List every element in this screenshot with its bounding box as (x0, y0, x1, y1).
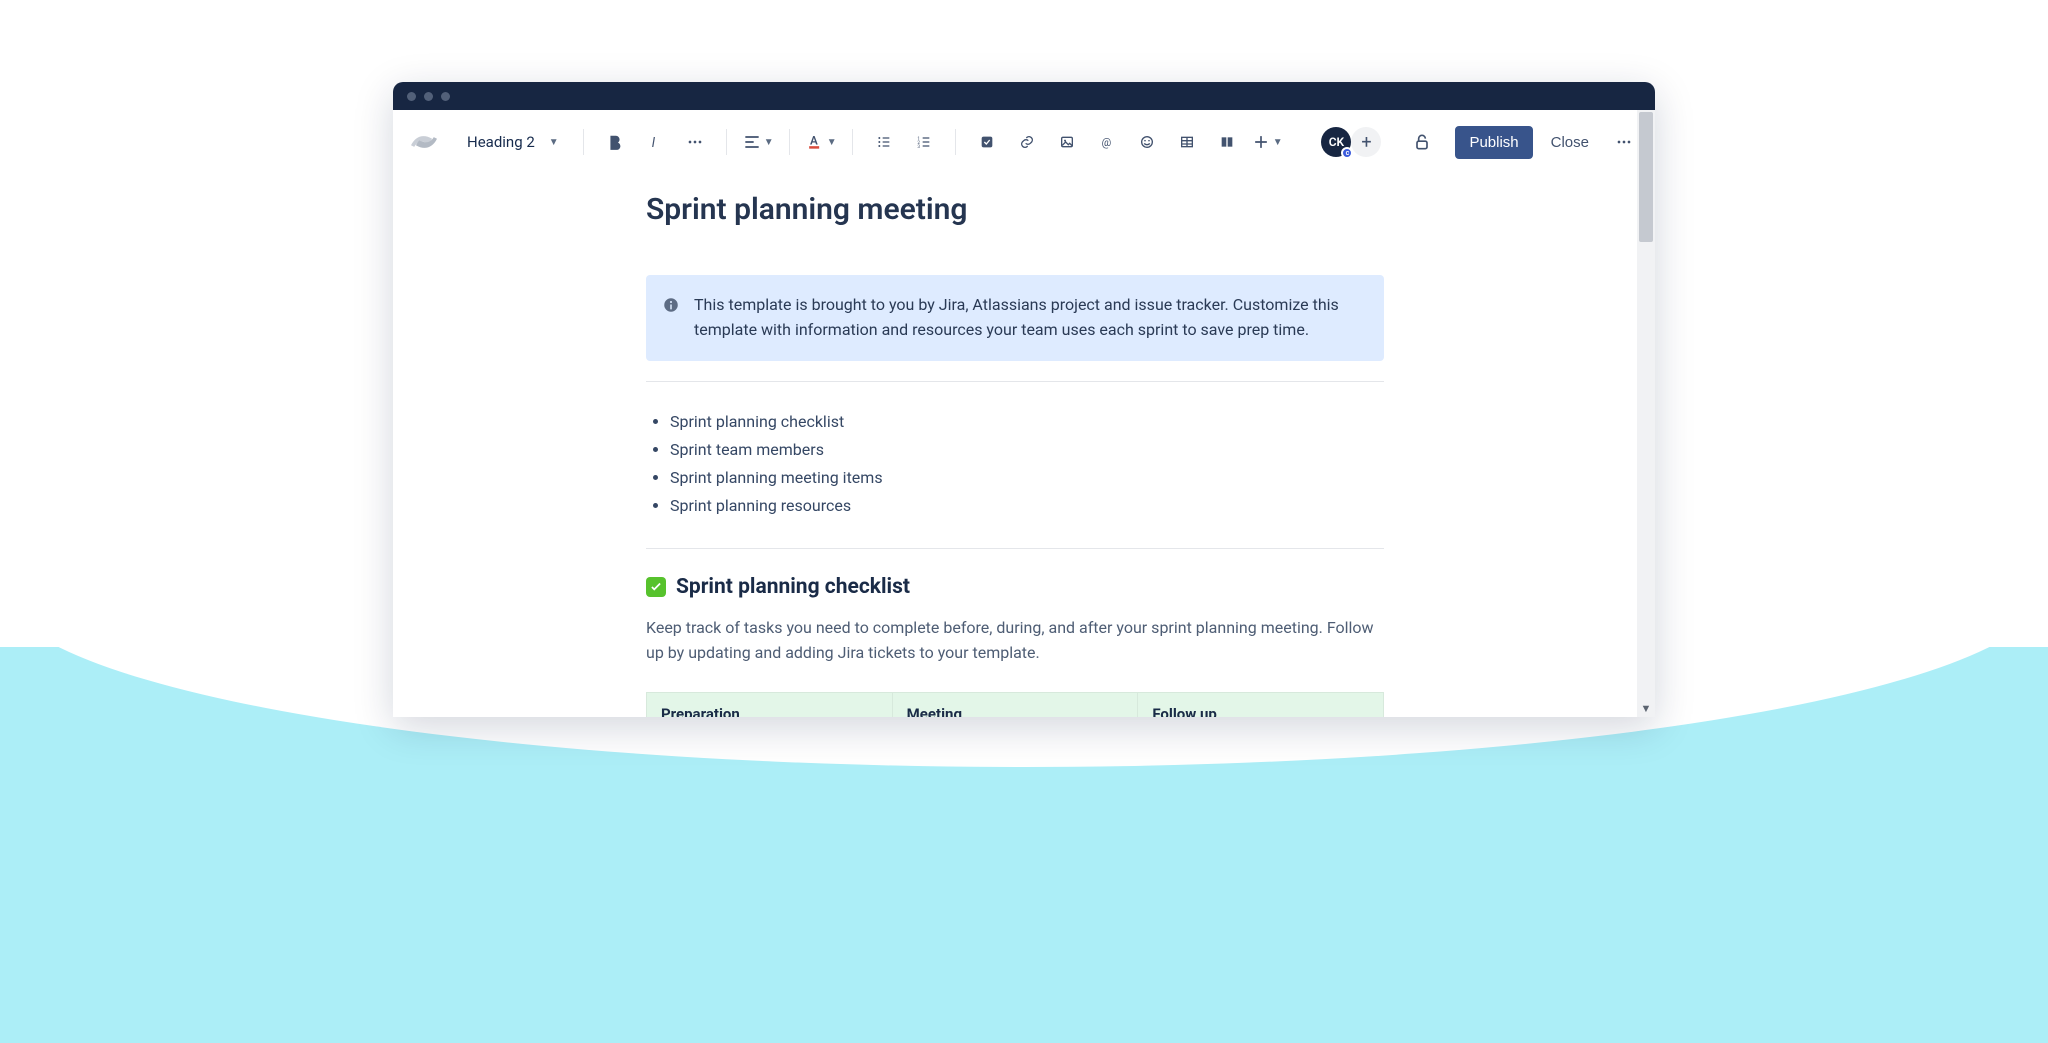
image-button[interactable] (1050, 125, 1084, 159)
table-header-cell[interactable]: Follow up (1138, 692, 1384, 717)
svg-text:3: 3 (917, 144, 920, 150)
checkmark-icon (646, 577, 666, 597)
chevron-down-icon: ▼ (764, 137, 774, 148)
bullet-list-button[interactable] (867, 125, 901, 159)
window-close-dot[interactable] (407, 92, 416, 101)
restrictions-button[interactable] (1405, 125, 1439, 159)
section-description[interactable]: Keep track of tasks you need to complete… (646, 615, 1384, 666)
chevron-down-icon: ▼ (549, 137, 559, 148)
align-button[interactable]: ▼ (741, 125, 775, 159)
window-zoom-dot[interactable] (441, 92, 450, 101)
toolbar-divider (955, 129, 956, 155)
info-panel[interactable]: This template is brought to you by Jira,… (646, 275, 1384, 361)
window-minimize-dot[interactable] (424, 92, 433, 101)
mention-button[interactable]: @ (1090, 125, 1124, 159)
scroll-down-arrow-icon[interactable]: ▼ (1637, 699, 1655, 717)
italic-button[interactable]: I (638, 125, 672, 159)
checklist-table[interactable]: Preparation Meeting Follow up (646, 692, 1384, 717)
more-formatting-button[interactable] (678, 125, 712, 159)
browser-window: Heading 2 ▼ B I ▼ A▼ 123 @ ▼ (393, 82, 1655, 717)
page-title[interactable]: Sprint planning meeting (646, 192, 1384, 227)
close-button[interactable]: Close (1539, 126, 1601, 159)
toc-item[interactable]: Sprint planning checklist (670, 408, 1384, 436)
user-avatar[interactable]: CK c (1321, 127, 1351, 157)
info-icon (662, 296, 680, 314)
numbered-list-button[interactable]: 123 (907, 125, 941, 159)
scrollbar-thumb[interactable] (1639, 112, 1653, 242)
insert-button[interactable]: ▼ (1250, 125, 1284, 159)
divider (646, 381, 1384, 382)
divider (646, 548, 1384, 549)
confluence-logo-icon[interactable] (411, 129, 437, 155)
toolbar-divider (583, 129, 584, 155)
chevron-down-icon: ▼ (827, 137, 837, 148)
avatar-status-badge: c (1341, 147, 1353, 159)
toolbar-divider (726, 129, 727, 155)
section-heading[interactable]: Sprint planning checklist (646, 575, 1384, 599)
toolbar-divider (852, 129, 853, 155)
vertical-scrollbar[interactable]: ▲ ▼ (1637, 110, 1655, 717)
editor-content-area[interactable]: Sprint planning meeting This template is… (393, 174, 1637, 717)
window-titlebar (393, 82, 1655, 110)
svg-text:I: I (651, 136, 655, 151)
toc-item[interactable]: Sprint planning meeting items (670, 464, 1384, 492)
avatar-initials: CK (1329, 135, 1344, 149)
chevron-down-icon: ▼ (1273, 137, 1283, 148)
emoji-button[interactable] (1130, 125, 1164, 159)
more-actions-button[interactable] (1607, 125, 1641, 159)
toc-item[interactable]: Sprint team members (670, 436, 1384, 464)
text-style-select[interactable]: Heading 2 ▼ (457, 127, 569, 157)
table-button[interactable] (1170, 125, 1204, 159)
layouts-button[interactable] (1210, 125, 1244, 159)
invite-button[interactable]: + (1351, 127, 1381, 157)
bold-button[interactable]: B (598, 125, 632, 159)
editor-toolbar: Heading 2 ▼ B I ▼ A▼ 123 @ ▼ (393, 110, 1655, 174)
section-heading-text: Sprint planning checklist (676, 575, 910, 599)
link-button[interactable] (1010, 125, 1044, 159)
svg-text:A: A (810, 134, 818, 148)
toolbar-divider (789, 129, 790, 155)
publish-button[interactable]: Publish (1455, 126, 1532, 159)
action-item-button[interactable] (970, 125, 1004, 159)
info-panel-text: This template is brought to you by Jira,… (694, 293, 1364, 343)
svg-text:B: B (610, 136, 619, 151)
text-color-button[interactable]: A▼ (804, 125, 838, 159)
text-style-label: Heading 2 (467, 133, 535, 151)
table-header-cell[interactable]: Meeting (892, 692, 1138, 717)
toc-item[interactable]: Sprint planning resources (670, 492, 1384, 520)
table-header-row: Preparation Meeting Follow up (647, 692, 1384, 717)
svg-text:@: @ (1101, 136, 1111, 149)
table-header-cell[interactable]: Preparation (647, 692, 893, 717)
table-of-contents: Sprint planning checklist Sprint team me… (646, 408, 1384, 520)
